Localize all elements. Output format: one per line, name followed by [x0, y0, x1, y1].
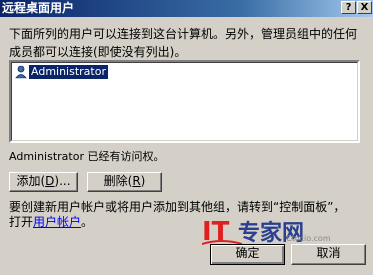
user-name: Administrator: [29, 64, 108, 79]
ok-button[interactable]: 确定: [210, 244, 285, 265]
remove-label-suffix: ): [140, 174, 146, 188]
cancel-button[interactable]: 取消: [291, 244, 366, 265]
add-label-suffix: )...: [54, 174, 71, 188]
remove-label-prefix: 删除(: [103, 174, 133, 188]
list-item-administrator[interactable]: Administrator: [14, 64, 108, 79]
window-title: 远程桌面用户: [2, 1, 75, 15]
add-label-prefix: 添加(: [16, 174, 46, 188]
user-icon: [14, 64, 28, 79]
access-status: Administrator 已经有访问权。: [9, 150, 165, 163]
hint-prefix: 打开: [9, 215, 34, 229]
close-button[interactable]: X: [357, 1, 372, 14]
title-bar: 远程桌面用户 ? X: [0, 0, 373, 17]
description: 下面所列的用户可以连接到这台计算机。另外，管理员组中的任何 成员都可以连接(即使…: [9, 25, 369, 61]
user-listbox[interactable]: Administrator: [9, 60, 360, 143]
description-line-1: 下面所列的用户可以连接到这台计算机。另外，管理员组中的任何: [9, 27, 358, 41]
description-line-2: 成员都可以连接(即使没有列出)。: [9, 45, 187, 59]
hint-suffix: 。: [81, 215, 94, 229]
remove-button[interactable]: 删除(R): [87, 172, 162, 192]
help-button[interactable]: ?: [341, 1, 356, 14]
hint-line-1: 要创建新用户帐户或将用户添加到其他组，请转到“控制面板”，: [9, 200, 346, 214]
remove-access-key: R: [132, 174, 141, 188]
watermark-site: Ctocio.com: [286, 234, 331, 243]
user-accounts-link[interactable]: 用户帐户: [33, 215, 81, 229]
add-button[interactable]: 添加(D)...: [9, 172, 78, 192]
